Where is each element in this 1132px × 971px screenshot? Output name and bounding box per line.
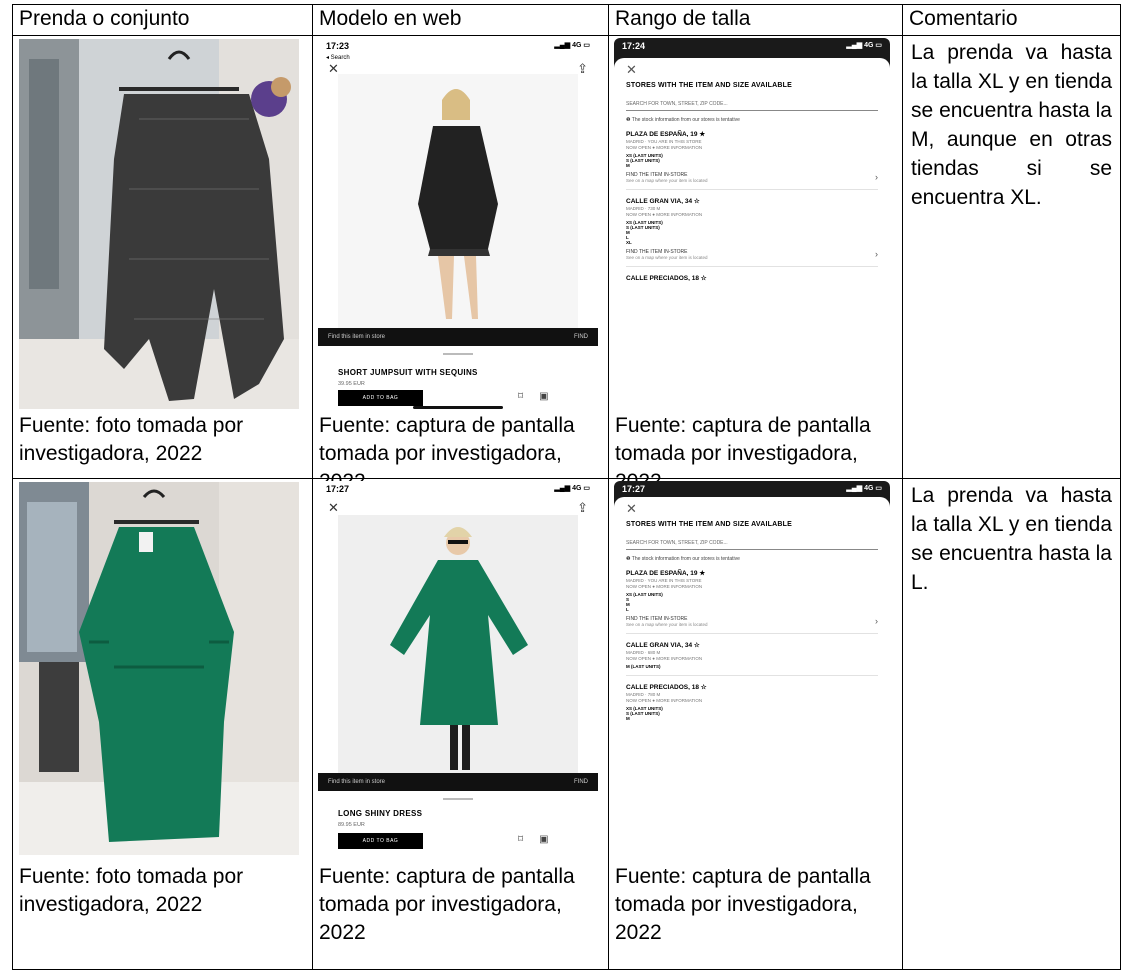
- size-list: XS (LAST UNITS) S (LAST UNITS) M: [626, 153, 663, 168]
- web-product-screenshot: 17:27 ▂▄▆ 4G ▭ ✕ ⇪ Find this item in sto…: [318, 481, 598, 859]
- model-photo: [338, 515, 578, 773]
- garment-cell: Fuente: foto tomada por investigadora, 2…: [12, 478, 313, 970]
- header-comentario: Comentario: [902, 4, 1121, 36]
- size-range-cell: 17:24 ▂▄▆ 4G ▭ ✕ STORES WITH THE ITEM AN…: [608, 35, 903, 493]
- size-list: XS (LAST UNITS) S M L: [626, 592, 663, 612]
- close-icon[interactable]: ✕: [328, 500, 339, 516]
- store-stock-icon[interactable]: ▣: [539, 834, 548, 845]
- size-list: XS (LAST UNITS) S (LAST UNITS) M: [626, 706, 663, 721]
- store-search-input[interactable]: SEARCH FOR TOWN, STREET, ZIP CODE...: [626, 101, 878, 111]
- screenshot-caption: Fuente: captura de pantalla tomada por i…: [319, 865, 575, 944]
- web-model-cell: 17:27 ▂▄▆ 4G ▭ ✕ ⇪ Find this item in sto…: [312, 478, 609, 970]
- size-list: M (LAST UNITS): [626, 664, 661, 669]
- header-row: Prenda o conjunto Modelo en web Rango de…: [12, 4, 1121, 36]
- chevron-right-icon: ›: [875, 616, 878, 626]
- header-prenda: Prenda o conjunto: [12, 4, 313, 36]
- store-entry[interactable]: PLAZA DE ESPAÑA, 19 ★ MADRID · YOU ARE I…: [626, 569, 878, 634]
- store-entry[interactable]: PLAZA DE ESPAÑA, 19 ★ MADRID · YOU ARE I…: [626, 130, 878, 190]
- size-list: XS (LAST UNITS) S (LAST UNITS) M L XL: [626, 220, 663, 245]
- signal-icon: ▂▄▆ 4G ▭: [846, 42, 882, 49]
- store-stock-icon[interactable]: ▣: [539, 391, 548, 402]
- sheet-handle[interactable]: [443, 798, 473, 800]
- comment-cell: La prenda va hasta la talla XL y en tien…: [902, 35, 1121, 479]
- garment-photo-sequin-jumpsuit: [19, 39, 299, 409]
- home-indicator: [413, 406, 503, 409]
- close-icon[interactable]: ✕: [626, 62, 878, 77]
- store-availability-screenshot: 17:27 ▂▄▆ 4G ▭ ✕ STORES WITH THE ITEM AN…: [614, 481, 890, 859]
- photo-caption: Fuente: foto tomada por investigadora, 2…: [19, 414, 244, 465]
- comparison-table: Prenda o conjunto Modelo en web Rango de…: [12, 4, 1121, 970]
- store-entry[interactable]: CALLE PRECIADOS, 18 ☆ MADRID · 780 M NOW…: [626, 683, 878, 727]
- product-price: 89.95 EUR: [338, 822, 365, 828]
- stores-sheet: ✕ STORES WITH THE ITEM AND SIZE AVAILABL…: [614, 497, 890, 859]
- signal-icon: ▂▄▆ 4G ▭: [554, 42, 590, 49]
- garment-cell: Fuente: foto tomada por investigadora, 2…: [12, 35, 313, 479]
- size-range-cell: 17:27 ▂▄▆ 4G ▭ ✕ STORES WITH THE ITEM AN…: [608, 478, 903, 970]
- table-row: Fuente: foto tomada por investigadora, 2…: [12, 35, 1121, 493]
- garment-photo-green-dress: [19, 482, 299, 855]
- find-in-store-bar[interactable]: Find this item in store FIND: [318, 328, 598, 346]
- share-icon[interactable]: ⇪: [577, 500, 588, 516]
- store-entry[interactable]: CALLE GRAN VIA, 34 ☆ MADRID · 730 M NOW …: [626, 197, 878, 267]
- comment-text: La prenda va hasta la talla XL y en tien…: [911, 41, 1112, 209]
- find-item-link[interactable]: FIND THE ITEM IN-STORE › See on a map wh…: [626, 172, 878, 183]
- product-price: 39.95 EUR: [338, 381, 365, 387]
- store-availability-screenshot: 17:24 ▂▄▆ 4G ▭ ✕ STORES WITH THE ITEM AN…: [614, 38, 890, 411]
- model-photo: [338, 74, 578, 328]
- bookmark-icon[interactable]: ⌑: [518, 391, 523, 402]
- add-to-bag-button[interactable]: ADD TO BAG: [338, 390, 423, 406]
- find-in-store-bar[interactable]: Find this item in store FIND: [318, 773, 598, 791]
- web-product-screenshot: 17:23 ▂▄▆ 4G ▭ ◂ Search ✕ ⇪ Find this it…: [318, 38, 598, 411]
- table-row: Fuente: foto tomada por investigadora, 2…: [12, 478, 1121, 970]
- screenshot-caption: Fuente: captura de pantalla tomada por i…: [615, 865, 871, 944]
- sheet-handle[interactable]: [443, 353, 473, 355]
- comment-cell: La prenda va hasta la talla XL y en tien…: [902, 478, 1121, 970]
- header-rango-talla: Rango de talla: [608, 4, 903, 36]
- find-button[interactable]: FIND: [574, 334, 588, 340]
- signal-icon: ▂▄▆ 4G ▭: [554, 485, 590, 492]
- product-name: SHORT JUMPSUIT WITH SEQUINS: [338, 368, 478, 377]
- stock-info-note: ❶ The stock information from our stores …: [626, 117, 740, 123]
- store-search-input[interactable]: SEARCH FOR TOWN, STREET, ZIP CODE...: [626, 540, 878, 550]
- close-icon[interactable]: ✕: [626, 501, 878, 516]
- find-item-link[interactable]: FIND THE ITEM IN-STORE › See on a map wh…: [626, 249, 878, 260]
- share-icon[interactable]: ⇪: [577, 61, 588, 77]
- chevron-right-icon: ›: [875, 172, 878, 182]
- header-modelo-web: Modelo en web: [312, 4, 609, 36]
- store-entry[interactable]: CALLE PRECIADOS, 18 ☆: [626, 274, 878, 288]
- bookmark-icon[interactable]: ⌑: [518, 834, 523, 845]
- add-to-bag-button[interactable]: ADD TO BAG: [338, 833, 423, 849]
- find-item-link[interactable]: FIND THE ITEM IN-STORE › See on a map wh…: [626, 616, 878, 627]
- photo-caption: Fuente: foto tomada por investigadora, 2…: [19, 865, 244, 916]
- web-model-cell: 17:23 ▂▄▆ 4G ▭ ◂ Search ✕ ⇪ Find this it…: [312, 35, 609, 493]
- stock-info-note: ❶ The stock information from our stores …: [626, 556, 740, 562]
- status-bar: 17:27 ▂▄▆ 4G ▭: [318, 481, 598, 500]
- store-entry[interactable]: CALLE GRAN VIA, 34 ☆ MADRID · 680 M NOW …: [626, 641, 878, 676]
- status-bar: 17:24 ▂▄▆ 4G ▭: [614, 38, 890, 57]
- find-button[interactable]: FIND: [574, 779, 588, 785]
- stores-title: STORES WITH THE ITEM AND SIZE AVAILABLE: [626, 521, 792, 528]
- product-name: LONG SHINY DRESS: [338, 809, 423, 818]
- comment-text: La prenda va hasta la talla XL y en tien…: [911, 484, 1112, 594]
- chevron-right-icon: ›: [875, 249, 878, 259]
- stores-title: STORES WITH THE ITEM AND SIZE AVAILABLE: [626, 82, 792, 89]
- stores-sheet: ✕ STORES WITH THE ITEM AND SIZE AVAILABL…: [614, 58, 890, 411]
